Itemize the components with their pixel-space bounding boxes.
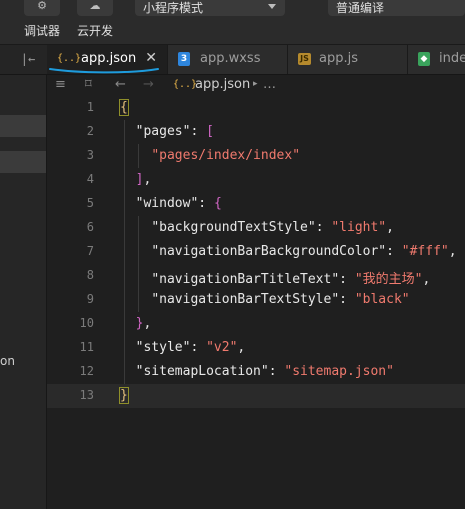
code-text: "navigationBarBackgroundColor": "#fff", (151, 244, 457, 259)
code-line[interactable]: 11 "style": "v2", (47, 336, 465, 360)
line-number: 2 (86, 124, 94, 138)
debugger-label: 调试器 (23, 24, 60, 38)
line-number: 3 (86, 148, 94, 162)
json-key: "window" (135, 196, 199, 211)
code-text: { (119, 99, 129, 116)
debugger-icon: ⚙ (24, 0, 60, 16)
json-string: "sitemap.json" (284, 364, 394, 379)
file-tree-row[interactable]: on (0, 351, 46, 373)
json-icon: {..} (57, 53, 82, 64)
line-number: 7 (86, 244, 94, 258)
compile-select[interactable]: 普通编译 (328, 0, 465, 16)
forward-arrow-icon[interactable]: → (143, 77, 154, 92)
json-string: "black" (354, 292, 410, 307)
cloud-dev-label: 云开发 (76, 24, 113, 38)
code-line[interactable]: 4 ], (47, 168, 465, 192)
collapse-sidebar-icon[interactable]: |← (18, 50, 38, 68)
mode-select-value: 小程序模式 (143, 1, 204, 15)
chevron-right-icon: ▸ (253, 79, 258, 89)
code-text: ], (135, 172, 152, 187)
mode-select[interactable]: 小程序模式 (135, 0, 285, 16)
line-number: 10 (79, 316, 94, 330)
json-string: "#fff" (401, 244, 449, 259)
close-icon[interactable]: ✕ (145, 50, 157, 66)
code-line[interactable]: 7 "navigationBarBackgroundColor": "#fff"… (47, 240, 465, 264)
code-text: "pages": [ (135, 124, 214, 139)
code-line[interactable]: 8 "navigationBarTitleText": "我的主场", (47, 264, 465, 288)
code-text: }, (135, 316, 152, 331)
line-number: 8 (86, 268, 94, 282)
bookmark-icon[interactable]: ⌑ (85, 77, 92, 92)
json-string: "v2" (206, 340, 238, 355)
compile-select-value: 普通编译 (336, 1, 385, 15)
code-editor[interactable]: 1 { 2 "pages": [ 3 "pages/index/index" 4… (47, 96, 465, 509)
file-tree-label: on (0, 354, 15, 368)
breadcrumb-more[interactable]: … (263, 77, 276, 92)
code-text: "backgroundTextStyle": "light", (151, 220, 394, 235)
code-text: } (119, 387, 129, 404)
debugger-button[interactable]: ⚙ 调试器 (18, 0, 66, 44)
line-number: 4 (86, 172, 94, 186)
code-text: "window": { (135, 196, 222, 211)
json-key: "navigationBarTextStyle" (151, 292, 340, 307)
line-number: 6 (86, 220, 94, 234)
tab-app-wxss[interactable]: 3 app.wxss (168, 45, 288, 74)
json-key: "navigationBarTitleText" (151, 272, 340, 287)
line-number: 13 (79, 388, 94, 402)
top-toolbar: ⚙ 调试器 ☁ 云开发 小程序模式 普通编译 (0, 0, 465, 45)
line-number: 12 (79, 364, 94, 378)
file-tree-panel: on (0, 45, 47, 509)
code-line[interactable]: 6 "backgroundTextStyle": "light", (47, 216, 465, 240)
js-icon: JS (298, 53, 311, 65)
tab-label: inde (439, 51, 465, 66)
line-number: 9 (86, 292, 94, 306)
json-icon: {..} (173, 79, 198, 90)
code-text: "style": "v2", (135, 340, 246, 355)
tab-index[interactable]: ◆ inde (408, 45, 465, 74)
json-key: "sitemapLocation" (135, 364, 269, 379)
code-text: "sitemapLocation": "sitemap.json" (135, 364, 394, 379)
hand-drawn-underline (49, 68, 159, 74)
code-line[interactable]: 10 }, (47, 312, 465, 336)
json-key: "pages" (135, 124, 191, 139)
code-text: "pages/index/index" (120, 148, 300, 163)
wxml-icon: ◆ (418, 52, 430, 66)
json-string: "pages/index/index" (151, 148, 301, 163)
list-icon[interactable]: ≡ (55, 77, 66, 92)
file-tree-row-selected[interactable] (0, 151, 46, 173)
line-number: 5 (86, 196, 94, 210)
code-text: "navigationBarTextStyle": "black" (151, 292, 410, 307)
tab-label: app.js (319, 51, 358, 66)
line-number: 11 (79, 340, 94, 354)
tab-label: app.json (81, 51, 137, 66)
json-string: "light" (331, 220, 387, 235)
file-tree-row[interactable] (0, 115, 46, 137)
code-line[interactable]: 1 { (47, 96, 465, 120)
back-arrow-icon[interactable]: ← (115, 77, 126, 92)
chevron-down-icon (268, 4, 276, 9)
code-line-current[interactable]: 13 } (47, 384, 465, 408)
css-icon: 3 (178, 52, 190, 66)
code-line[interactable]: 5 "window": { (47, 192, 465, 216)
code-line[interactable]: 12 "sitemapLocation": "sitemap.json" (47, 360, 465, 384)
breadcrumb-file[interactable]: app.json (195, 77, 250, 92)
code-text: "navigationBarTitleText": "我的主场", (151, 272, 431, 287)
code-line[interactable]: 2 "pages": [ (47, 120, 465, 144)
breadcrumb: ≡ ⌑ ← → {..} app.json ▸ … (47, 75, 465, 96)
code-line[interactable]: 3 "pages/index/index" (47, 144, 465, 168)
json-key: "backgroundTextStyle" (151, 220, 316, 235)
json-key: "style" (135, 340, 191, 355)
code-line[interactable]: 9 "navigationBarTextStyle": "black" (47, 288, 465, 312)
line-number: 1 (86, 100, 94, 114)
tab-app-js[interactable]: JS app.js (288, 45, 408, 74)
cloud-icon: ☁ (77, 0, 113, 16)
cloud-dev-button[interactable]: ☁ 云开发 (71, 0, 119, 44)
tab-label: app.wxss (200, 51, 261, 66)
json-string: "我的主场" (354, 272, 423, 287)
json-key: "navigationBarBackgroundColor" (151, 244, 387, 259)
